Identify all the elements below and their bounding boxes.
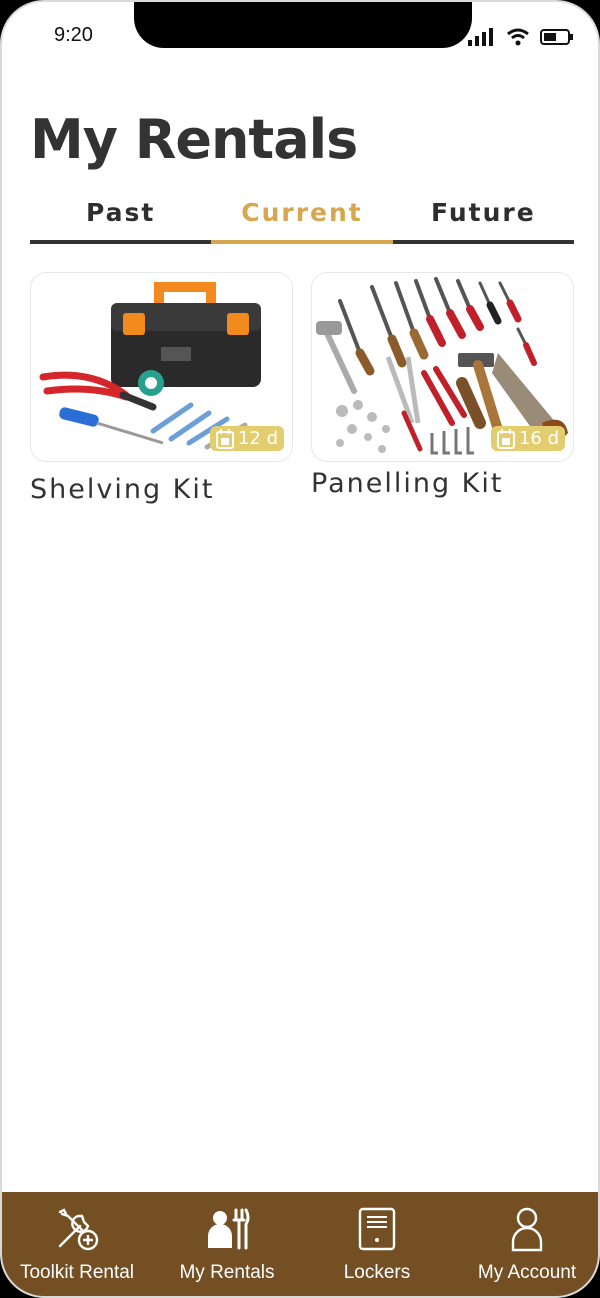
nav-my-account[interactable]: My Account (452, 1192, 598, 1296)
bottom-navigation: Toolkit Rental My Rentals Lockers My Acc… (2, 1192, 598, 1296)
tab-current[interactable]: Current (211, 198, 393, 244)
tab-past[interactable]: Past (30, 198, 212, 244)
nav-toolkit-rental[interactable]: Toolkit Rental (2, 1192, 152, 1296)
nav-label: Toolkit Rental (19, 1262, 135, 1283)
battery-icon (540, 29, 573, 45)
tools-add-icon (58, 1208, 99, 1251)
calendar-icon (215, 428, 234, 449)
worker-tools-icon (208, 1208, 250, 1250)
rental-days: 12 d (237, 428, 278, 449)
rental-list: 12 d Shelving Kit 16 d Panelling Kit (30, 272, 574, 505)
nav-lockers[interactable]: Lockers (302, 1192, 452, 1296)
toolbox-image: 12 d (30, 272, 293, 462)
rental-tabs: Past Current Future (30, 198, 574, 244)
person-icon (511, 1207, 543, 1252)
wifi-icon (507, 28, 529, 46)
rental-name: Shelving Kit (30, 474, 215, 505)
phone-screen: 9:20 My Rentals Past Current Future 12 d… (0, 0, 600, 1298)
rental-card-shelving-kit[interactable]: 12 d Shelving Kit (30, 272, 293, 505)
rental-card-panelling-kit[interactable]: 16 d Panelling Kit (311, 272, 574, 505)
nav-label: My Account (477, 1262, 577, 1283)
nav-my-rentals[interactable]: My Rentals (152, 1192, 302, 1296)
nav-label: My Rentals (179, 1262, 275, 1283)
status-time: 9:20 (54, 24, 93, 46)
rental-name: Panelling Kit (311, 468, 504, 499)
status-icons (468, 28, 574, 46)
rental-days: 16 d (518, 428, 559, 449)
device-notch (134, 2, 472, 48)
calendar-icon (496, 428, 515, 449)
locker-icon (358, 1207, 396, 1251)
tool-set-image: 16 d (311, 272, 574, 462)
signal-icon (468, 28, 493, 46)
nav-label: Lockers (343, 1262, 411, 1283)
rental-days-badge: 12 d (209, 426, 284, 451)
page-title: My Rentals (30, 108, 358, 171)
rental-days-badge: 16 d (490, 426, 565, 451)
tab-future[interactable]: Future (392, 198, 574, 244)
